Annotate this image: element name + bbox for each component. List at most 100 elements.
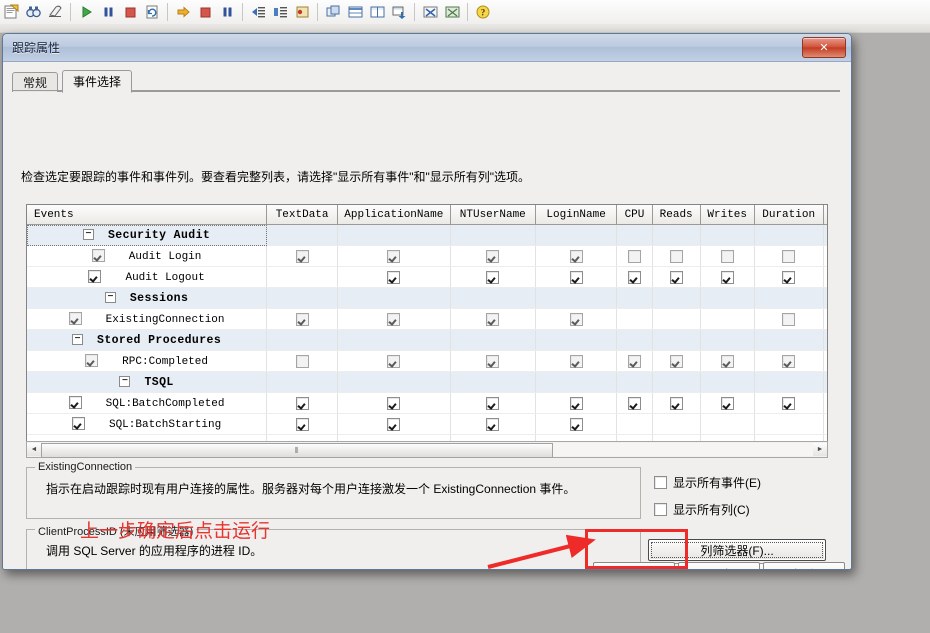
event-column-cell[interactable] bbox=[535, 413, 618, 435]
event-cell[interactable]: Audit Login bbox=[27, 245, 268, 267]
help-button[interactable]: 帮助 bbox=[763, 562, 845, 569]
event-column-cell[interactable] bbox=[266, 350, 339, 372]
event-column-cell[interactable] bbox=[535, 245, 618, 267]
column-checkbox[interactable] bbox=[627, 355, 641, 369]
properties-grid-icon[interactable] bbox=[441, 2, 463, 22]
event-column-cell[interactable] bbox=[823, 245, 827, 267]
group-columns-icon[interactable] bbox=[322, 2, 344, 22]
event-column-cell[interactable] bbox=[266, 392, 339, 414]
run-to-cursor-icon[interactable] bbox=[269, 2, 291, 22]
column-checkbox[interactable] bbox=[627, 271, 641, 285]
event-column-cell[interactable] bbox=[823, 413, 827, 435]
column-checkbox[interactable] bbox=[669, 355, 683, 369]
event-row[interactable]: RPC:Completed bbox=[27, 350, 827, 372]
event-column-cell[interactable] bbox=[652, 308, 701, 330]
export-rows-icon[interactable] bbox=[388, 2, 410, 22]
event-column-cell[interactable] bbox=[450, 413, 537, 435]
event-enabled-checkbox[interactable] bbox=[68, 396, 82, 410]
category-cell[interactable]: − Sessions bbox=[27, 287, 268, 309]
event-enabled-checkbox[interactable] bbox=[91, 249, 105, 263]
eraser-icon[interactable] bbox=[44, 2, 66, 22]
event-column-cell[interactable] bbox=[823, 266, 827, 288]
event-column-cell[interactable] bbox=[337, 413, 451, 435]
event-column-cell[interactable] bbox=[700, 266, 755, 288]
collapse-expander-icon[interactable]: − bbox=[82, 228, 94, 240]
event-column-cell[interactable] bbox=[754, 245, 824, 267]
column-checkbox[interactable] bbox=[782, 250, 796, 264]
column-checkbox[interactable] bbox=[387, 397, 401, 411]
grid-horizontal-scrollbar[interactable]: ◄ ⦀ ► bbox=[26, 441, 828, 458]
event-column-cell[interactable] bbox=[337, 266, 451, 288]
event-cell[interactable]: ExistingConnection bbox=[27, 308, 268, 330]
scroll-right-arrow-icon[interactable]: ► bbox=[813, 443, 827, 456]
event-column-cell[interactable] bbox=[754, 392, 824, 414]
event-row[interactable]: SQL:BatchCompleted bbox=[27, 392, 827, 414]
event-row[interactable]: ExistingConnection bbox=[27, 308, 827, 330]
category-cell[interactable]: − Stored Procedures bbox=[27, 329, 268, 351]
column-checkbox[interactable] bbox=[387, 355, 401, 369]
checkbox-box[interactable] bbox=[654, 503, 667, 516]
clear-trace-window-icon[interactable] bbox=[419, 2, 441, 22]
step-into-icon[interactable] bbox=[247, 2, 269, 22]
checkbox-box[interactable] bbox=[654, 476, 667, 489]
event-column-cell[interactable] bbox=[266, 413, 339, 435]
column-checkbox[interactable] bbox=[569, 418, 583, 432]
events-grid[interactable]: Events TextData ApplicationName NTUserNa… bbox=[26, 204, 828, 457]
event-column-cell[interactable] bbox=[754, 308, 824, 330]
column-checkbox[interactable] bbox=[486, 313, 500, 327]
event-cell[interactable]: SQL:BatchStarting bbox=[27, 413, 268, 435]
event-column-cell[interactable] bbox=[266, 308, 339, 330]
event-column-cell[interactable] bbox=[337, 350, 451, 372]
collapse-expander-icon[interactable]: − bbox=[119, 375, 131, 387]
column-checkbox[interactable] bbox=[627, 397, 641, 411]
column-checkbox[interactable] bbox=[782, 271, 796, 285]
event-column-cell[interactable] bbox=[700, 245, 755, 267]
column-checkbox[interactable] bbox=[387, 271, 401, 285]
scrollbar-track[interactable]: ⦀ bbox=[41, 443, 813, 458]
pause-replay-icon[interactable] bbox=[216, 2, 238, 22]
column-checkbox[interactable] bbox=[295, 397, 309, 411]
category-row[interactable]: − Stored Procedures bbox=[27, 329, 827, 351]
column-header-reads[interactable]: Reads bbox=[652, 205, 701, 225]
event-column-cell[interactable] bbox=[450, 245, 537, 267]
refresh-trace-icon[interactable] bbox=[141, 2, 163, 22]
column-checkbox[interactable] bbox=[669, 397, 683, 411]
column-checkbox[interactable] bbox=[486, 355, 500, 369]
event-column-cell[interactable] bbox=[616, 308, 653, 330]
column-checkbox[interactable] bbox=[569, 355, 583, 369]
event-column-cell[interactable] bbox=[535, 266, 618, 288]
event-column-cell[interactable] bbox=[823, 350, 827, 372]
column-filters-button[interactable]: 列筛选器(F)... bbox=[648, 539, 826, 561]
event-column-cell[interactable] bbox=[700, 308, 755, 330]
column-header-events[interactable]: Events bbox=[27, 205, 268, 225]
event-row[interactable]: Audit Logout bbox=[27, 266, 827, 288]
cancel-button[interactable]: 取消 bbox=[678, 562, 760, 569]
event-column-cell[interactable] bbox=[700, 350, 755, 372]
column-header-cpu[interactable]: CPU bbox=[616, 205, 653, 225]
stop-replay-icon[interactable] bbox=[194, 2, 216, 22]
event-column-cell[interactable] bbox=[652, 245, 701, 267]
aggregated-view-icon[interactable] bbox=[344, 2, 366, 22]
run-play-icon[interactable] bbox=[75, 2, 97, 22]
tab-general[interactable]: 常规 bbox=[12, 72, 59, 92]
event-enabled-checkbox[interactable] bbox=[68, 312, 82, 326]
column-checkbox[interactable] bbox=[720, 355, 734, 369]
column-checkbox[interactable] bbox=[295, 313, 309, 327]
event-cell[interactable]: SQL:BatchCompleted bbox=[27, 392, 268, 414]
column-checkbox[interactable] bbox=[627, 250, 641, 264]
column-checkbox[interactable] bbox=[782, 355, 796, 369]
event-column-cell[interactable] bbox=[450, 266, 537, 288]
run-button[interactable]: 运行 bbox=[593, 562, 675, 569]
column-checkbox[interactable] bbox=[569, 250, 583, 264]
column-checkbox[interactable] bbox=[387, 313, 401, 327]
event-enabled-checkbox[interactable] bbox=[88, 270, 102, 284]
column-checkbox[interactable] bbox=[669, 271, 683, 285]
column-checkbox[interactable] bbox=[569, 271, 583, 285]
category-row[interactable]: − Security Audit bbox=[27, 224, 827, 246]
event-column-cell[interactable] bbox=[652, 350, 701, 372]
column-checkbox[interactable] bbox=[486, 418, 500, 432]
event-enabled-checkbox[interactable] bbox=[85, 354, 99, 368]
dialog-titlebar[interactable]: 跟踪属性 ✕ bbox=[3, 34, 851, 62]
column-checkbox[interactable] bbox=[486, 271, 500, 285]
event-column-cell[interactable] bbox=[450, 392, 537, 414]
